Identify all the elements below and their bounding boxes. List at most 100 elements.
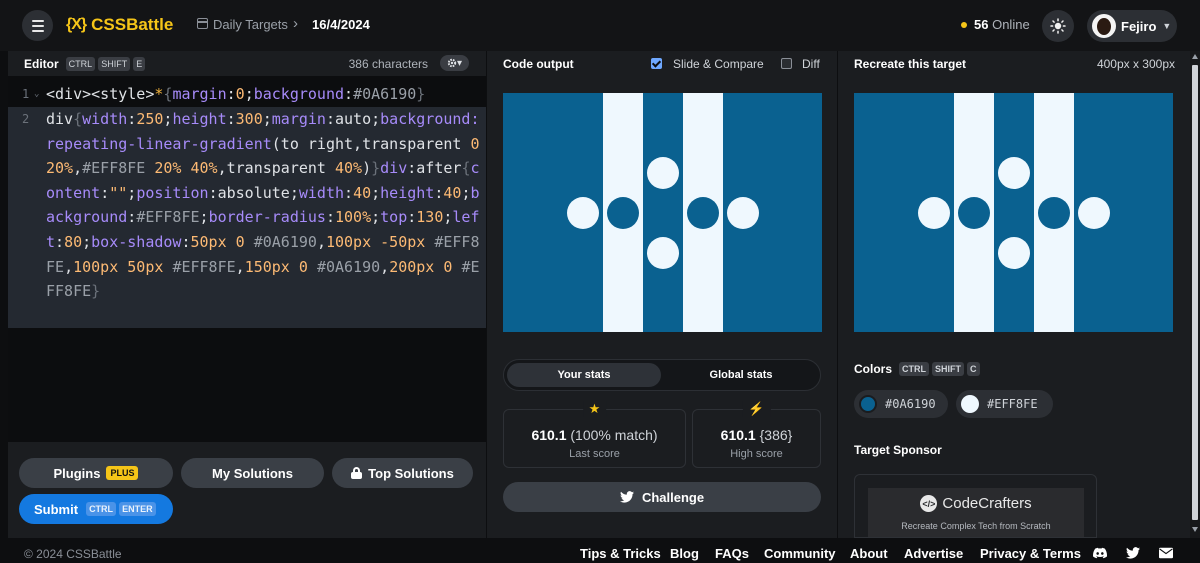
kbd-e: E (133, 56, 146, 71)
footer-link-advertise[interactable]: Advertise (904, 546, 963, 561)
tab-your-stats[interactable]: Your stats (507, 363, 661, 387)
circle (727, 197, 759, 229)
circle (958, 197, 990, 229)
hamburger-icon (31, 19, 44, 22)
output-panel: Your stats Global stats ★ 610.1 (100% ma… (487, 76, 837, 538)
code-text-1[interactable]: <div><style>*{margin:0;background:#0A619… (46, 82, 482, 107)
code-text-2[interactable]: div{width:250;height:300;margin:auto;bac… (46, 107, 482, 304)
kbd-enter: ENTER (119, 502, 156, 516)
mail-icon[interactable] (1159, 547, 1173, 559)
last-score-match: (100% match) (570, 427, 658, 443)
scroll-down-icon[interactable] (1192, 527, 1198, 532)
scroll-up-icon[interactable] (1192, 54, 1198, 59)
color-swatch-white[interactable]: #EFF8FE (956, 390, 1053, 418)
slide-compare-checkbox[interactable] (651, 58, 662, 69)
circle (918, 197, 950, 229)
calendar-icon (197, 18, 208, 29)
high-score-number: 610.1 (720, 427, 756, 443)
my-solutions-button[interactable]: My Solutions (181, 458, 324, 488)
target-title: Recreate this target (854, 56, 967, 71)
tab-global-stats[interactable]: Global stats (664, 363, 818, 387)
online-dot-icon (961, 22, 967, 28)
breadcrumb-daily-targets[interactable]: Daily Targets (213, 17, 288, 32)
color-swatch-blue[interactable]: #0A6190 (854, 390, 948, 418)
page-scrollbar[interactable] (1190, 51, 1200, 538)
footer: © 2024 CSSBattle Tips & Tricks Blog FAQs… (0, 544, 1200, 563)
avatar (1092, 14, 1116, 38)
challenge-button[interactable]: Challenge (503, 482, 821, 512)
editor-shortcut: CTRL SHIFT E (63, 56, 146, 71)
stats-tabs: Your stats Global stats (503, 359, 821, 391)
top-bar: {X} CSSBattle Daily Targets › 16/4/2024 … (0, 0, 1200, 51)
top-solutions-label: Top Solutions (368, 465, 454, 481)
kbd-ctrl: CTRL (899, 362, 930, 376)
circle (998, 237, 1030, 269)
chevron-down-icon: ▼ (1162, 21, 1172, 31)
color-dot-icon (859, 395, 877, 413)
circle (998, 157, 1030, 189)
circle (647, 237, 679, 269)
kbd-shift: SHIFT (932, 362, 965, 376)
footer-link-tips[interactable]: Tips & Tricks (580, 546, 661, 561)
diff-label[interactable]: Diff (802, 57, 820, 71)
my-solutions-label: My Solutions (212, 465, 293, 481)
top-solutions-button[interactable]: Top Solutions (332, 458, 473, 488)
output-header: Code output Slide & Compare Diff (487, 51, 837, 76)
footer-link-blog[interactable]: Blog (670, 546, 699, 561)
kbd-ctrl: CTRL (86, 502, 117, 516)
kbd-shift: SHIFT (98, 56, 131, 71)
kbd-c: C (967, 362, 980, 376)
circle (1038, 197, 1070, 229)
challenge-label: Challenge (641, 489, 705, 505)
editor-title: Editor (24, 56, 59, 71)
sponsor-name: </> CodeCrafters (868, 495, 1084, 512)
plugins-button[interactable]: Plugins PLUS (19, 458, 173, 488)
colors-label: Colors (854, 362, 893, 376)
code-editor[interactable]: 1 ⌄ <div><style>*{margin:0;background:#0… (8, 76, 486, 442)
last-score-value: 610.1 (100% match) (504, 427, 685, 443)
diff-checkbox[interactable] (781, 58, 792, 69)
submit-button[interactable]: Submit CTRL ENTER (19, 494, 173, 524)
sponsor-name-text: CodeCrafters (942, 495, 1032, 512)
menu-button[interactable] (22, 10, 53, 41)
codecrafters-logo-icon: </> (920, 495, 938, 512)
logo-text: CSSBattle (91, 15, 174, 34)
sponsor-title: Target Sponsor (854, 443, 942, 457)
footer-link-community[interactable]: Community (764, 546, 836, 561)
character-count: 386 characters (348, 57, 428, 71)
footer-link-faqs[interactable]: FAQs (715, 546, 749, 561)
target-header: Recreate this target 400px x 300px (838, 51, 1190, 76)
discord-icon[interactable] (1093, 547, 1107, 559)
online-label: Online (992, 17, 1030, 32)
high-score-label: High score (730, 448, 783, 460)
theme-toggle-button[interactable] (1042, 10, 1074, 42)
twitter-icon[interactable] (1126, 547, 1140, 559)
sun-icon (1050, 18, 1066, 34)
last-score-label: Last score (569, 448, 620, 460)
editor-actions: Plugins PLUS My Solutions Top Solutions … (8, 442, 486, 538)
colors-title: Colors CTRL SHIFT C (854, 362, 980, 376)
user-menu-button[interactable]: Fejiro ▼ (1087, 10, 1177, 42)
footer-link-privacy[interactable]: Privacy & Terms (980, 546, 1081, 561)
scroll-thumb[interactable] (1192, 65, 1198, 520)
star-icon: ★ (582, 401, 607, 417)
logo[interactable]: {X} CSSBattle (66, 15, 173, 35)
target-panel: Colors CTRL SHIFT C #0A6190 #EFF8FE Targ… (838, 76, 1190, 538)
sponsor-tagline: Recreate Complex Tech from Scratch (901, 521, 1051, 531)
sponsor-card[interactable]: </> CodeCrafters Recreate Complex Tech f… (854, 474, 1097, 538)
color-hex: #0A6190 (885, 397, 936, 411)
plugins-label: Plugins (53, 465, 101, 481)
chevron-right-icon: › (293, 15, 298, 32)
circle (1078, 197, 1110, 229)
lock-icon (351, 467, 363, 479)
editor-header: Editor CTRL SHIFT E 386 characters ▾ (8, 51, 486, 76)
online-number: 56 (974, 17, 989, 32)
code-output-preview[interactable] (503, 93, 822, 332)
breadcrumb-date: 16/4/2024 (312, 17, 370, 32)
high-score-value: 610.1 {386} (693, 427, 820, 443)
footer-link-about[interactable]: About (850, 546, 888, 561)
online-count: 56 Online (974, 17, 1030, 32)
target-preview[interactable] (854, 93, 1173, 332)
slide-compare-label[interactable]: Slide & Compare (673, 57, 764, 71)
editor-settings-button[interactable]: ▾ (440, 55, 469, 71)
